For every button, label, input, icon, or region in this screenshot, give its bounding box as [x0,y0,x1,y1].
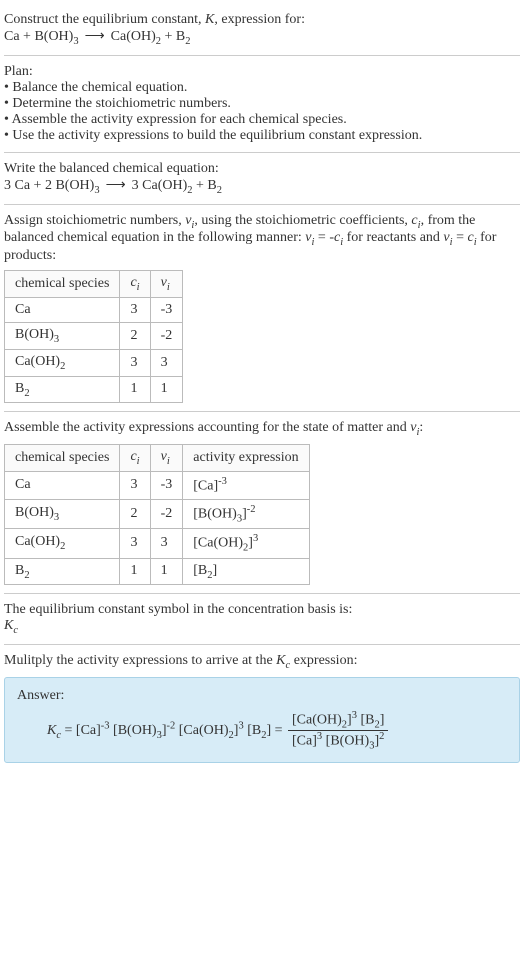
cell-species: Ca(OH)2 [5,529,120,558]
table-row: B(OH)32-2 [5,322,183,349]
answer-label: Answer: [17,688,507,704]
cell-species: B(OH)3 [5,499,120,528]
cell-species: Ca [5,297,120,322]
stoich-table: chemical species ci νi Ca3-3 B(OH)32-2 C… [4,270,183,403]
activities-table: chemical species ci νi activity expressi… [4,444,310,585]
cell-ci: 3 [120,297,150,322]
cell-ci: 1 [120,558,150,585]
fraction-numerator: [Ca(OH)2]3 [B2] [288,710,388,731]
fraction-denominator: [Ca]3 [B(OH)3]2 [288,731,388,751]
col-ci: ci [120,271,150,298]
table-row: Ca(OH)233[Ca(OH)2]3 [5,529,310,558]
cell-vi: 1 [150,376,183,403]
cell-vi: -2 [150,322,183,349]
plan-step: • Balance the chemical equation. [4,80,520,96]
prompt-line: Construct the equilibrium constant, K, e… [4,12,520,28]
cell-vi: 3 [150,529,183,558]
cell-ci: 3 [120,529,150,558]
table-row: B211 [5,376,183,403]
table-header-row: chemical species ci νi [5,271,183,298]
activities-intro: Assemble the activity expressions accoun… [4,420,520,438]
balanced-section: Write the balanced chemical equation: 3 … [4,153,520,205]
cell-activity: [Ca(OH)2]3 [183,529,309,558]
col-species: chemical species [5,445,120,472]
plan-title: Plan: [4,64,520,80]
cell-ci: 2 [120,322,150,349]
cell-vi: -3 [150,471,183,499]
plan-step-text: Determine the stoichiometric numbers. [12,96,231,111]
cell-vi: 1 [150,558,183,585]
unbalanced-equation: Ca + B(OH)3⟶Ca(OH)2 + B2 [4,28,520,47]
cell-ci: 3 [120,349,150,376]
cell-vi: 3 [150,349,183,376]
cell-activity: [B2] [183,558,309,585]
col-ci: ci [120,445,150,472]
symbol-section: The equilibrium constant symbol in the c… [4,594,520,645]
cell-ci: 1 [120,376,150,403]
col-vi: νi [150,445,183,472]
symbol-value: Kc [4,618,520,636]
answer-expression: Kc = [Ca]-3 [B(OH)3]-2 [Ca(OH)2]3 [B2] =… [17,710,507,752]
plan-step-text: Use the activity expressions to build th… [12,128,422,143]
balanced-title: Write the balanced chemical equation: [4,161,520,177]
stoich-intro: Assign stoichiometric numbers, νi, using… [4,213,520,265]
cell-activity: [B(OH)3]-2 [183,499,309,528]
table-row: Ca3-3[Ca]-3 [5,471,310,499]
plan-section: Plan: • Balance the chemical equation. •… [4,56,520,153]
cell-activity: [Ca]-3 [183,471,309,499]
plan-step-text: Assemble the activity expression for eac… [12,112,347,127]
symbol-line: The equilibrium constant symbol in the c… [4,602,520,618]
cell-vi: -3 [150,297,183,322]
cell-species: Ca(OH)2 [5,349,120,376]
header-section: Construct the equilibrium constant, K, e… [4,4,520,56]
stoich-section: Assign stoichiometric numbers, νi, using… [4,205,520,413]
fraction: [Ca(OH)2]3 [B2] [Ca]3 [B(OH)3]2 [288,710,388,752]
table-row: Ca(OH)233 [5,349,183,376]
plan-step: • Determine the stoichiometric numbers. [4,96,520,112]
table-row: Ca3-3 [5,297,183,322]
cell-species: B2 [5,558,120,585]
cell-vi: -2 [150,499,183,528]
answer-box: Answer: Kc = [Ca]-3 [B(OH)3]-2 [Ca(OH)2]… [4,677,520,763]
cell-species: B(OH)3 [5,322,120,349]
table-row: B(OH)32-2[B(OH)3]-2 [5,499,310,528]
table-row: B211[B2] [5,558,310,585]
plan-step: • Use the activity expressions to build … [4,128,520,144]
multiply-line: Mulitply the activity expressions to arr… [4,653,520,671]
multiply-section: Mulitply the activity expressions to arr… [4,645,520,771]
table-header-row: chemical species ci νi activity expressi… [5,445,310,472]
col-vi: νi [150,271,183,298]
cell-ci: 2 [120,499,150,528]
cell-species: Ca [5,471,120,499]
plan-step-text: Balance the chemical equation. [12,80,187,95]
cell-ci: 3 [120,471,150,499]
balanced-equation: 3 Ca + 2 B(OH)3⟶3 Ca(OH)2 + B2 [4,177,520,196]
cell-species: B2 [5,376,120,403]
activities-section: Assemble the activity expressions accoun… [4,412,520,594]
col-activity: activity expression [183,445,309,472]
col-species: chemical species [5,271,120,298]
plan-step: • Assemble the activity expression for e… [4,112,520,128]
